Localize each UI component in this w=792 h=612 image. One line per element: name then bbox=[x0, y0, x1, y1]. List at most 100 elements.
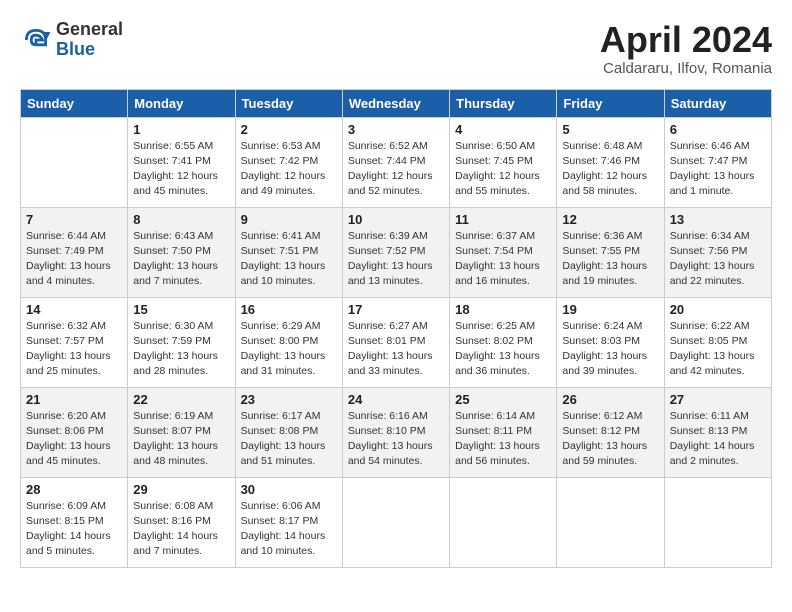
calendar-day: 2 Sunrise: 6:53 AMSunset: 7:42 PMDaylight… bbox=[235, 117, 342, 207]
calendar-day: 25 Sunrise: 6:14 AMSunset: 8:11 PMDayligh… bbox=[450, 387, 557, 477]
calendar-week-1: 1 Sunrise: 6:55 AMSunset: 7:41 PMDaylight… bbox=[21, 117, 772, 207]
logo: General Blue bbox=[20, 20, 123, 60]
calendar-day bbox=[664, 477, 771, 567]
col-thursday: Thursday bbox=[450, 89, 557, 117]
col-monday: Monday bbox=[128, 89, 235, 117]
day-info: Sunrise: 6:39 AMSunset: 7:52 PMDaylight:… bbox=[348, 229, 444, 290]
day-number: 15 bbox=[133, 302, 229, 317]
day-number: 11 bbox=[455, 212, 551, 227]
calendar-day: 16 Sunrise: 6:29 AMSunset: 8:00 PMDayligh… bbox=[235, 297, 342, 387]
day-info: Sunrise: 6:34 AMSunset: 7:56 PMDaylight:… bbox=[670, 229, 766, 290]
day-info: Sunrise: 6:41 AMSunset: 7:51 PMDaylight:… bbox=[241, 229, 337, 290]
day-number: 5 bbox=[562, 122, 658, 137]
day-number: 9 bbox=[241, 212, 337, 227]
day-number: 27 bbox=[670, 392, 766, 407]
day-number: 12 bbox=[562, 212, 658, 227]
calendar-week-2: 7 Sunrise: 6:44 AMSunset: 7:49 PMDaylight… bbox=[21, 207, 772, 297]
subtitle: Caldararu, Ilfov, Romania bbox=[600, 60, 772, 77]
calendar-body: 1 Sunrise: 6:55 AMSunset: 7:41 PMDaylight… bbox=[21, 117, 772, 567]
day-number: 30 bbox=[241, 482, 337, 497]
day-info: Sunrise: 6:27 AMSunset: 8:01 PMDaylight:… bbox=[348, 319, 444, 380]
day-info: Sunrise: 6:20 AMSunset: 8:06 PMDaylight:… bbox=[26, 409, 122, 470]
day-info: Sunrise: 6:24 AMSunset: 8:03 PMDaylight:… bbox=[562, 319, 658, 380]
month-title: April 2024 bbox=[600, 20, 772, 60]
calendar-day: 21 Sunrise: 6:20 AMSunset: 8:06 PMDayligh… bbox=[21, 387, 128, 477]
day-number: 24 bbox=[348, 392, 444, 407]
calendar-table: Sunday Monday Tuesday Wednesday Thursday… bbox=[20, 89, 772, 568]
calendar-day: 4 Sunrise: 6:50 AMSunset: 7:45 PMDaylight… bbox=[450, 117, 557, 207]
logo-icon bbox=[20, 24, 52, 56]
day-info: Sunrise: 6:25 AMSunset: 8:02 PMDaylight:… bbox=[455, 319, 551, 380]
logo-blue-text: Blue bbox=[56, 40, 123, 60]
day-number: 3 bbox=[348, 122, 444, 137]
calendar-day bbox=[557, 477, 664, 567]
header-row: Sunday Monday Tuesday Wednesday Thursday… bbox=[21, 89, 772, 117]
calendar-day: 10Sunrise: 6:39 AMSunset: 7:52 PMDayligh… bbox=[342, 207, 449, 297]
day-number: 17 bbox=[348, 302, 444, 317]
day-number: 29 bbox=[133, 482, 229, 497]
calendar-day: 19 Sunrise: 6:24 AMSunset: 8:03 PMDayligh… bbox=[557, 297, 664, 387]
day-info: Sunrise: 6:30 AMSunset: 7:59 PMDaylight:… bbox=[133, 319, 229, 380]
col-saturday: Saturday bbox=[664, 89, 771, 117]
day-number: 2 bbox=[241, 122, 337, 137]
calendar-day: 30 Sunrise: 6:06 AMSunset: 8:17 PMDayligh… bbox=[235, 477, 342, 567]
day-info: Sunrise: 6:16 AMSunset: 8:10 PMDaylight:… bbox=[348, 409, 444, 470]
calendar-day bbox=[342, 477, 449, 567]
calendar-day: 9 Sunrise: 6:41 AMSunset: 7:51 PMDaylight… bbox=[235, 207, 342, 297]
day-info: Sunrise: 6:14 AMSunset: 8:11 PMDaylight:… bbox=[455, 409, 551, 470]
calendar-day: 3Sunrise: 6:52 AMSunset: 7:44 PMDaylight… bbox=[342, 117, 449, 207]
day-info: Sunrise: 6:55 AMSunset: 7:41 PMDaylight:… bbox=[133, 139, 229, 200]
day-number: 7 bbox=[26, 212, 122, 227]
day-number: 4 bbox=[455, 122, 551, 137]
calendar-day: 18 Sunrise: 6:25 AMSunset: 8:02 PMDayligh… bbox=[450, 297, 557, 387]
calendar-week-4: 21 Sunrise: 6:20 AMSunset: 8:06 PMDayligh… bbox=[21, 387, 772, 477]
calendar-day bbox=[450, 477, 557, 567]
calendar-day: 11 Sunrise: 6:37 AMSunset: 7:54 PMDayligh… bbox=[450, 207, 557, 297]
calendar-week-5: 28 Sunrise: 6:09 AMSunset: 8:15 PMDayligh… bbox=[21, 477, 772, 567]
calendar-day: 22Sunrise: 6:19 AMSunset: 8:07 PMDayligh… bbox=[128, 387, 235, 477]
day-info: Sunrise: 6:22 AMSunset: 8:05 PMDaylight:… bbox=[670, 319, 766, 380]
day-number: 1 bbox=[133, 122, 229, 137]
day-number: 26 bbox=[562, 392, 658, 407]
day-number: 14 bbox=[26, 302, 122, 317]
col-wednesday: Wednesday bbox=[342, 89, 449, 117]
day-info: Sunrise: 6:37 AMSunset: 7:54 PMDaylight:… bbox=[455, 229, 551, 290]
col-tuesday: Tuesday bbox=[235, 89, 342, 117]
day-info: Sunrise: 6:53 AMSunset: 7:42 PMDaylight:… bbox=[241, 139, 337, 200]
day-number: 22 bbox=[133, 392, 229, 407]
calendar-week-3: 14 Sunrise: 6:32 AMSunset: 7:57 PMDayligh… bbox=[21, 297, 772, 387]
calendar-day: 7 Sunrise: 6:44 AMSunset: 7:49 PMDaylight… bbox=[21, 207, 128, 297]
calendar-day: 14 Sunrise: 6:32 AMSunset: 7:57 PMDayligh… bbox=[21, 297, 128, 387]
calendar-day: 27 Sunrise: 6:11 AMSunset: 8:13 PMDayligh… bbox=[664, 387, 771, 477]
calendar-day: 6Sunrise: 6:46 AMSunset: 7:47 PMDaylight… bbox=[664, 117, 771, 207]
day-number: 18 bbox=[455, 302, 551, 317]
day-info: Sunrise: 6:44 AMSunset: 7:49 PMDaylight:… bbox=[26, 229, 122, 290]
day-info: Sunrise: 6:50 AMSunset: 7:45 PMDaylight:… bbox=[455, 139, 551, 200]
day-number: 8 bbox=[133, 212, 229, 227]
calendar-day: 5Sunrise: 6:48 AMSunset: 7:46 PMDaylight… bbox=[557, 117, 664, 207]
day-info: Sunrise: 6:06 AMSunset: 8:17 PMDaylight:… bbox=[241, 499, 337, 560]
day-number: 23 bbox=[241, 392, 337, 407]
calendar-day: 13 Sunrise: 6:34 AMSunset: 7:56 PMDayligh… bbox=[664, 207, 771, 297]
day-info: Sunrise: 6:11 AMSunset: 8:13 PMDaylight:… bbox=[670, 409, 766, 470]
calendar-day: 1 Sunrise: 6:55 AMSunset: 7:41 PMDaylight… bbox=[128, 117, 235, 207]
col-friday: Friday bbox=[557, 89, 664, 117]
day-number: 19 bbox=[562, 302, 658, 317]
page: General Blue April 2024 Caldararu, Ilfov… bbox=[0, 0, 792, 588]
day-number: 13 bbox=[670, 212, 766, 227]
calendar-day: 29 Sunrise: 6:08 AMSunset: 8:16 PMDayligh… bbox=[128, 477, 235, 567]
day-number: 16 bbox=[241, 302, 337, 317]
title-block: April 2024 Caldararu, Ilfov, Romania bbox=[600, 20, 772, 77]
day-info: Sunrise: 6:36 AMSunset: 7:55 PMDaylight:… bbox=[562, 229, 658, 290]
day-info: Sunrise: 6:09 AMSunset: 8:15 PMDaylight:… bbox=[26, 499, 122, 560]
calendar-day bbox=[21, 117, 128, 207]
calendar-day: 23 Sunrise: 6:17 AMSunset: 8:08 PMDayligh… bbox=[235, 387, 342, 477]
day-info: Sunrise: 6:32 AMSunset: 7:57 PMDaylight:… bbox=[26, 319, 122, 380]
day-number: 21 bbox=[26, 392, 122, 407]
day-number: 25 bbox=[455, 392, 551, 407]
header: General Blue April 2024 Caldararu, Ilfov… bbox=[20, 20, 772, 77]
day-info: Sunrise: 6:29 AMSunset: 8:00 PMDaylight:… bbox=[241, 319, 337, 380]
day-info: Sunrise: 6:17 AMSunset: 8:08 PMDaylight:… bbox=[241, 409, 337, 470]
day-number: 28 bbox=[26, 482, 122, 497]
day-info: Sunrise: 6:08 AMSunset: 8:16 PMDaylight:… bbox=[133, 499, 229, 560]
